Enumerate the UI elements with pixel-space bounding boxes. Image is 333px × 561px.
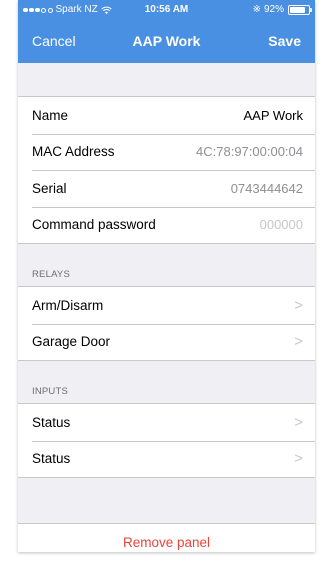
relay-item-garage-door[interactable]: Garage Door > [18,323,315,361]
screen: Spark NZ 10:56 AM ※ 92% Cancel AAP Work … [0,0,333,561]
details-group: Name AAP Work MAC Address 4C:78:97:00:00… [18,96,315,244]
inputs-group: Status > Status > [18,403,315,478]
relay-item-arm-disarm[interactable]: Arm/Disarm > [18,287,315,324]
status-right: ※ 92% [252,0,312,20]
mac-address-label: MAC Address [32,144,115,160]
navigation-bar: Cancel AAP Work Save [18,20,315,63]
top-spacer [18,63,315,96]
chevron-right-icon: > [294,333,303,351]
mac-address-value: 4C:78:97:00:00:04 [196,144,303,160]
bluetooth-icon: ※ [252,4,261,15]
serial-value: 0743444642 [230,180,303,196]
status-bar: Spark NZ 10:56 AM ※ 92% [18,0,315,20]
input-item-status[interactable]: Status > [18,440,315,478]
input-item-label: Status [32,451,71,467]
relay-item-label: Garage Door [32,334,111,350]
battery-percent: 92% [263,4,284,15]
input-item-status[interactable]: Status > [18,404,315,441]
phone-screen: Spark NZ 10:56 AM ※ 92% Cancel AAP Work … [18,0,315,552]
mac-address-row: MAC Address 4C:78:97:00:00:04 [18,133,315,171]
bottom-spacer [18,478,315,523]
serial-row: Serial 0743444642 [18,170,315,207]
serial-label: Serial [32,180,67,196]
chevron-right-icon: > [294,296,303,314]
command-password-field[interactable]: 000000 [260,217,303,232]
relays-section-header: RELAYS [32,269,70,280]
battery-icon [288,5,312,15]
input-item-label: Status [32,414,71,430]
command-password-row[interactable]: Command password 000000 [18,206,315,244]
remove-panel-button[interactable]: Remove panel [18,524,315,552]
name-row[interactable]: Name AAP Work [18,97,315,134]
battery-level [290,7,305,13]
name-label: Name [32,107,69,123]
inputs-section-header: INPUTS [32,386,69,397]
relays-group: Arm/Disarm > Garage Door > [18,286,315,361]
command-password-label: Command password [32,217,156,233]
chevron-right-icon: > [294,413,303,431]
relay-item-label: Arm/Disarm [32,297,104,313]
save-button[interactable]: Save [268,33,301,49]
header: Spark NZ 10:56 AM ※ 92% Cancel AAP Work … [18,0,315,63]
name-value[interactable]: AAP Work [244,108,303,123]
remove-group: Remove panel [18,523,315,552]
chevron-right-icon: > [294,450,303,468]
